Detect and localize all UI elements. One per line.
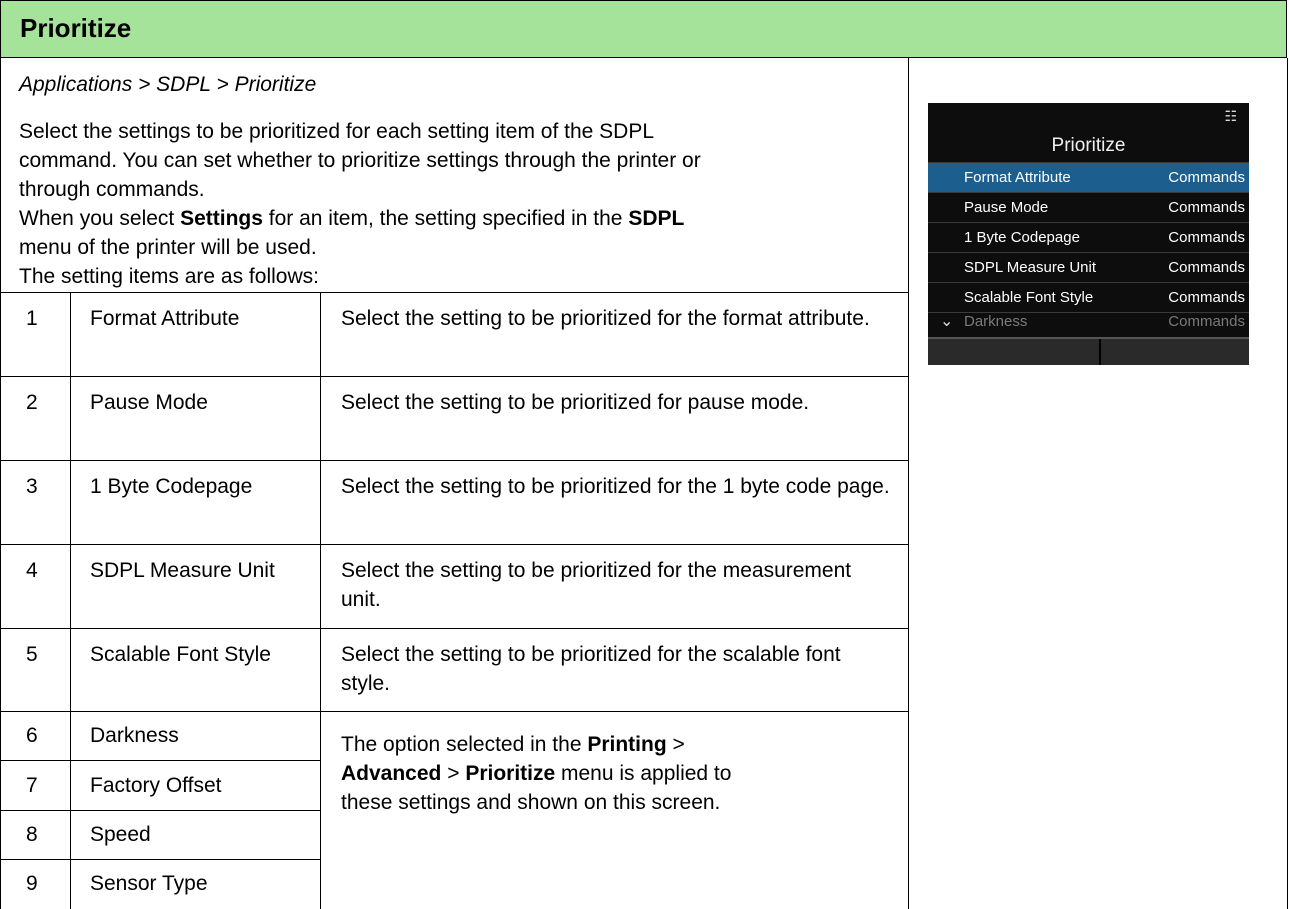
row-item: Sensor Type (90, 872, 208, 895)
row-item: Factory Offset (90, 774, 222, 797)
screen-row-value: Commands (1168, 259, 1245, 276)
screen-row-label: SDPL Measure Unit (964, 259, 1096, 276)
screen-row-byte-codepage[interactable]: 1 Byte Codepage Commands (928, 223, 1249, 252)
chevron-down-icon[interactable]: ⌄ (940, 311, 953, 331)
intro-line-4: When you select Settings for an item, th… (19, 207, 685, 230)
intro-line-2: command. You can set whether to prioriti… (19, 149, 701, 172)
network-icon: ☷ (1224, 108, 1237, 124)
row-description: Select the setting to be prioritized for… (341, 475, 890, 498)
shared-description: The option selected in the Printing > Ad… (341, 733, 732, 814)
row-number: 8 (26, 823, 38, 846)
screen-row-label: Format Attribute (964, 169, 1071, 186)
row-number: 3 (26, 475, 38, 498)
intro-line-3: through commands. (19, 178, 205, 201)
intro-line-1: Select the settings to be prioritized fo… (19, 120, 655, 143)
screen-row-value: Commands (1168, 289, 1245, 306)
row-item: 1 Byte Codepage (90, 475, 253, 498)
screen-row-label: Pause Mode (964, 199, 1049, 216)
screen-row-label: Scalable Font Style (964, 289, 1094, 306)
row-description: Select the setting to be prioritized for… (341, 391, 810, 414)
screen-row-value: Commands (1168, 169, 1245, 186)
row-item: Speed (90, 823, 151, 846)
row-item: Format Attribute (90, 307, 240, 330)
screen-row-value: Commands (1168, 313, 1245, 330)
printer-screen: ☷ Prioritize Format Attribute Commands P… (928, 103, 1249, 365)
row-description: Select the setting to be prioritized for… (341, 307, 870, 330)
row-number: 9 (26, 872, 38, 895)
screen-row-label: Darkness (964, 313, 1028, 330)
breadcrumb: Applications > SDPL > Prioritize (19, 73, 317, 96)
frame-left-border (0, 58, 1, 909)
row-number: 7 (26, 774, 38, 797)
screen-title: Prioritize (1051, 135, 1126, 156)
row-number: 4 (26, 559, 38, 582)
screen-row-format-attribute[interactable]: Format Attribute Commands (928, 163, 1249, 192)
settings-term: Settings (180, 207, 263, 230)
frame-middle-divider (908, 58, 909, 909)
screen-row-value: Commands (1168, 229, 1245, 246)
row-number: 6 (26, 724, 38, 747)
row-description: Select the setting to be prioritized for… (341, 559, 852, 611)
row-number: 5 (26, 643, 38, 666)
row-item: Scalable Font Style (90, 643, 271, 666)
frame-right-border (1287, 58, 1288, 909)
row-number: 2 (26, 391, 38, 414)
row-item: SDPL Measure Unit (90, 559, 275, 582)
screen-row-measure-unit[interactable]: SDPL Measure Unit Commands (928, 253, 1249, 282)
section-title-bar: Prioritize (0, 0, 1287, 58)
intro-line-6: The setting items are as follows: (19, 265, 319, 288)
screen-row-label: 1 Byte Codepage (964, 229, 1080, 246)
screen-row-pause-mode[interactable]: Pause Mode Commands (928, 193, 1249, 222)
sdpl-term: SDPL (628, 207, 685, 230)
row-item: Pause Mode (90, 391, 208, 414)
section-title: Prioritize (20, 13, 132, 43)
row-number: 1 (26, 307, 38, 330)
screen-row-value: Commands (1168, 199, 1245, 216)
intro-line-5: menu of the printer will be used. (19, 236, 317, 259)
row-item: Darkness (90, 724, 179, 747)
screen-softkey-bar (928, 337, 1249, 365)
row-description: Select the setting to be prioritized for… (341, 643, 841, 695)
screen-row-darkness[interactable]: ⌄ Darkness Commands (928, 307, 1249, 336)
